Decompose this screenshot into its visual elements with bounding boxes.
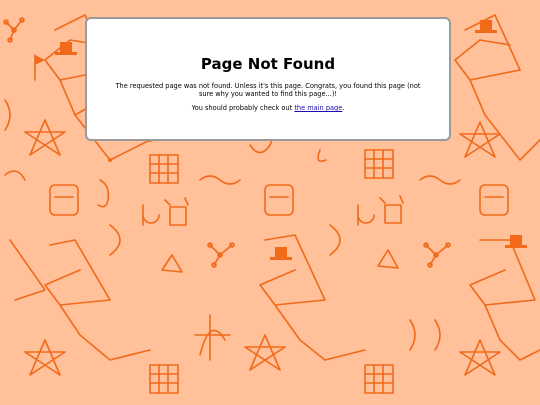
not-found-message: The requested page was not found. Unless… [115,82,421,98]
network-icon-3 [423,242,451,268]
antenna-icon-2 [357,195,404,226]
suggestion-suffix: . [342,104,345,112]
rubiks-cube-icon [149,154,179,184]
pentagram-icon [24,119,66,156]
page-title: Page Not Found [200,55,336,73]
suggestion-text: You should probably check out the main p… [87,104,449,112]
triangle-icon-2 [377,249,399,269]
pentagram-icon-2 [24,339,66,376]
flag-icon [34,54,45,81]
rubiks-cube-icon-3 [364,149,394,394]
pentagram-icon-3 [244,334,286,371]
network-icon-2 [207,242,235,268]
suggestion-prefix: You should probably check out [191,104,295,112]
graph-icon [194,314,231,361]
antenna-icon [142,197,189,226]
triangle-icon [161,254,183,273]
rubiks-cube-icon-2 [149,364,179,394]
main-page-link[interactable]: the main page [294,104,342,112]
pentagram-icon-4 [459,121,501,376]
scribble-icon-2 [249,134,461,351]
not-found-card: Page Not Found The requested page was no… [85,17,451,141]
robot-icon [49,184,509,216]
network-icon [3,17,25,43]
abstract-figure-icon-2 [9,239,151,361]
